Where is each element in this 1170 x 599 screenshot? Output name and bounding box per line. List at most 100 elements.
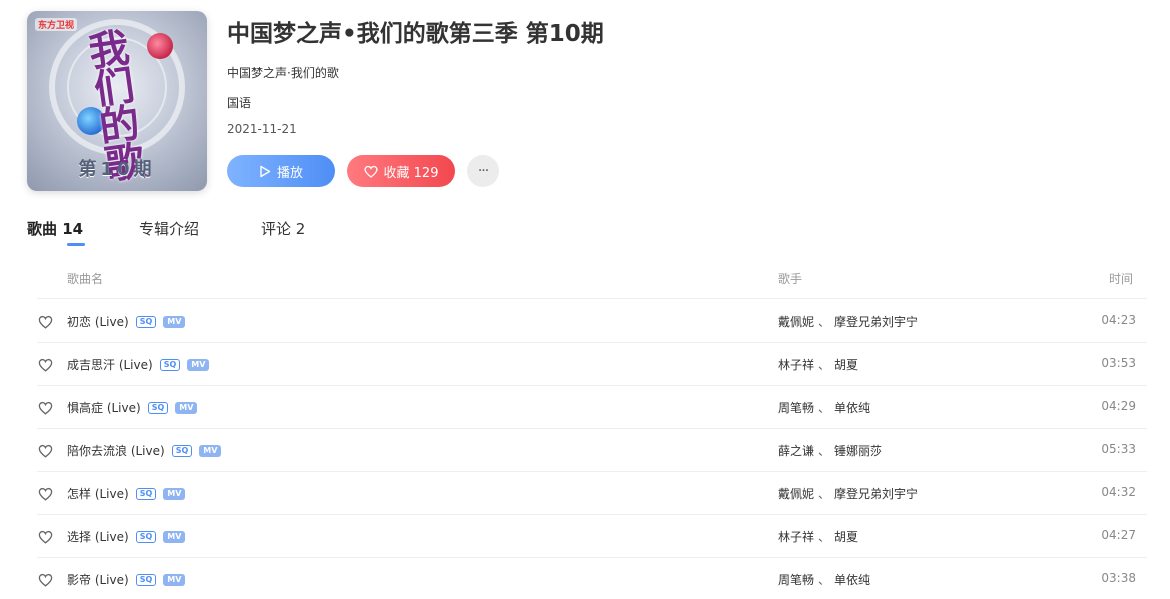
song-title[interactable]: 成吉思汗 (Live)	[67, 356, 153, 373]
song-table-header: 歌曲名 歌手 时间	[37, 262, 1147, 299]
song-row[interactable]: 影帝 (Live) SQ MV 周笔畅、单依纯 03:38	[37, 558, 1147, 599]
cover-tv-logo: 东方卫视	[35, 18, 78, 31]
singer-link[interactable]: 单依纯	[834, 573, 870, 587]
singer-separator: 、	[818, 401, 831, 415]
singer-link[interactable]: 林子祥	[778, 530, 814, 544]
singer-cell: 林子祥、胡夏	[778, 528, 858, 545]
mv-badge[interactable]: MV	[163, 573, 186, 586]
tab-comments[interactable]: 评论 2	[261, 218, 305, 239]
song-duration: 04:23	[1101, 313, 1136, 327]
singer-link[interactable]: 胡夏	[834, 530, 858, 544]
song-name-cell: 陪你去流浪 (Live) SQ MV	[67, 442, 222, 459]
singer-cell: 戴佩妮、摩登兄弟刘宇宁	[778, 313, 918, 330]
song-row[interactable]: 惧高症 (Live) SQ MV 周笔畅、单依纯 04:29	[37, 386, 1147, 429]
singer-separator: 、	[818, 487, 831, 501]
song-name-cell: 影帝 (Live) SQ MV	[67, 571, 186, 588]
mv-badge[interactable]: MV	[163, 315, 186, 328]
sq-quality-badge: SQ	[135, 573, 157, 586]
mv-badge[interactable]: MV	[163, 530, 186, 543]
tab-album-intro-label: 专辑介绍	[139, 220, 200, 238]
song-row[interactable]: 选择 (Live) SQ MV 林子祥、胡夏 04:27	[37, 515, 1147, 558]
singer-link[interactable]: 单依纯	[834, 401, 870, 415]
album-language: 国语	[227, 96, 252, 110]
singer-link[interactable]: 周笔畅	[778, 401, 814, 415]
more-dots-icon: ···	[477, 163, 489, 179]
singer-link[interactable]: 锤娜丽莎	[834, 444, 882, 458]
singer-cell: 周笔畅、单依纯	[778, 399, 870, 416]
mv-badge[interactable]: MV	[163, 487, 186, 500]
singer-separator: 、	[818, 358, 831, 372]
song-duration: 05:33	[1101, 442, 1136, 456]
singer-link[interactable]: 摩登兄弟刘宇宁	[834, 315, 918, 329]
more-options-button[interactable]: ···	[467, 155, 499, 187]
song-title[interactable]: 怎样 (Live)	[67, 485, 129, 502]
song-name-cell: 选择 (Live) SQ MV	[67, 528, 186, 545]
mv-badge[interactable]: MV	[175, 401, 198, 414]
tab-comments-count: 2	[295, 220, 306, 238]
tab-songs-label: 歌曲	[27, 220, 58, 238]
tab-songs-count: 14	[62, 220, 84, 238]
singer-cell: 戴佩妮、摩登兄弟刘宇宁	[778, 485, 918, 502]
singer-link[interactable]: 薛之谦	[778, 444, 814, 458]
singer-cell: 周笔畅、单依纯	[778, 571, 870, 588]
singer-link[interactable]: 戴佩妮	[778, 315, 814, 329]
song-duration: 03:38	[1101, 571, 1136, 585]
cover-episode-label: 第10期	[78, 159, 156, 180]
like-heart-icon[interactable]	[38, 444, 53, 458]
song-row[interactable]: 成吉思汗 (Live) SQ MV 林子祥、胡夏 03:53	[37, 343, 1147, 386]
singer-cell: 薛之谦、锤娜丽莎	[778, 442, 882, 459]
singer-link[interactable]: 周笔畅	[778, 573, 814, 587]
song-row[interactable]: 初恋 (Live) SQ MV 戴佩妮、摩登兄弟刘宇宁 04:23	[37, 300, 1147, 343]
album-title: 中国梦之声•我们的歌第三季 第10期	[227, 21, 604, 47]
tab-album-intro[interactable]: 专辑介绍	[139, 218, 199, 239]
singer-separator: 、	[818, 530, 831, 544]
song-title[interactable]: 影帝 (Live)	[67, 571, 129, 588]
play-icon	[259, 165, 271, 178]
album-artist-link[interactable]: 中国梦之声·我们的歌	[227, 64, 339, 81]
mv-badge[interactable]: MV	[199, 444, 222, 457]
header-song-name: 歌曲名	[67, 272, 104, 286]
sq-quality-badge: SQ	[135, 487, 157, 500]
singer-link[interactable]: 摩登兄弟刘宇宁	[834, 487, 918, 501]
favorite-button[interactable]: 收藏 129	[347, 155, 455, 187]
tab-comments-label: 评论	[261, 220, 292, 238]
sq-quality-badge: SQ	[135, 530, 157, 543]
header-singer: 歌手	[778, 272, 803, 286]
like-heart-icon[interactable]	[38, 401, 53, 415]
song-duration: 04:29	[1101, 399, 1136, 413]
favorite-button-label: 收藏 129	[383, 165, 439, 181]
like-heart-icon[interactable]	[38, 487, 53, 501]
header-duration: 时间	[1108, 272, 1133, 286]
singer-cell: 林子祥、胡夏	[778, 356, 858, 373]
song-name-cell: 怎样 (Live) SQ MV	[67, 485, 186, 502]
song-name-cell: 成吉思汗 (Live) SQ MV	[67, 356, 210, 373]
cover-red-orb-decoration	[147, 33, 173, 59]
like-heart-icon[interactable]	[38, 573, 53, 587]
singer-link[interactable]: 胡夏	[834, 358, 858, 372]
song-row[interactable]: 怎样 (Live) SQ MV 戴佩妮、摩登兄弟刘宇宁 04:32	[37, 472, 1147, 515]
singer-separator: 、	[818, 444, 831, 458]
album-release-date: 2021-11-21	[227, 122, 297, 136]
song-title[interactable]: 惧高症 (Live)	[67, 399, 141, 416]
singer-link[interactable]: 林子祥	[778, 358, 814, 372]
song-title[interactable]: 选择 (Live)	[67, 528, 129, 545]
sq-quality-badge: SQ	[159, 358, 181, 371]
like-heart-icon[interactable]	[38, 530, 53, 544]
song-name-cell: 初恋 (Live) SQ MV	[67, 313, 186, 330]
like-heart-icon[interactable]	[38, 315, 53, 329]
song-title[interactable]: 陪你去流浪 (Live)	[67, 442, 165, 459]
sq-quality-badge: SQ	[135, 315, 157, 328]
song-row[interactable]: 陪你去流浪 (Live) SQ MV 薛之谦、锤娜丽莎 05:33	[37, 429, 1147, 472]
heart-icon	[363, 165, 378, 178]
mv-badge[interactable]: MV	[187, 358, 210, 371]
song-title[interactable]: 初恋 (Live)	[67, 313, 129, 330]
like-heart-icon[interactable]	[38, 358, 53, 372]
singer-link[interactable]: 戴佩妮	[778, 487, 814, 501]
sq-quality-badge: SQ	[147, 401, 169, 414]
tab-songs[interactable]: 歌曲 14	[27, 218, 83, 239]
song-duration: 04:27	[1101, 528, 1136, 542]
active-tab-indicator	[67, 243, 85, 246]
play-button[interactable]: 播放	[227, 155, 335, 187]
song-duration: 03:53	[1101, 356, 1136, 370]
sq-quality-badge: SQ	[171, 444, 193, 457]
